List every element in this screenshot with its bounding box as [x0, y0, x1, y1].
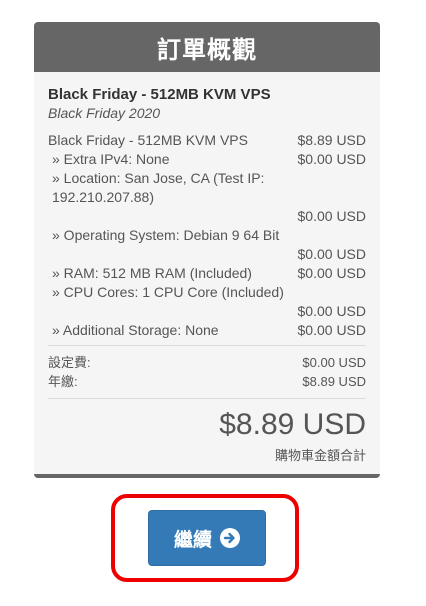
line-item: » Additional Storage: None $0.00 USD: [48, 321, 366, 340]
annual-row: 年繳: $8.89 USD: [48, 372, 366, 391]
line-item: » Location: San Jose, CA (Test IP: 192.2…: [48, 169, 366, 226]
annual-amount: $8.89 USD: [302, 374, 366, 389]
product-group: Black Friday 2020: [48, 105, 161, 121]
divider: [48, 345, 366, 346]
line-item-label: » RAM: 512 MB RAM (Included): [52, 265, 252, 281]
setup-fee-row: 設定費: $0.00 USD: [48, 353, 366, 372]
arrow-circle-right-icon: [220, 528, 240, 548]
line-item-amount: $8.89 USD: [297, 132, 366, 148]
line-item-label: » Extra IPv4: None: [52, 151, 170, 167]
line-item-amount: $0.00 USD: [297, 208, 366, 224]
line-item-amount: $0.00 USD: [297, 265, 366, 281]
annual-label: 年繳:: [48, 374, 78, 389]
setup-fee-label: 設定費:: [48, 355, 91, 370]
line-item-label: Black Friday - 512MB KVM VPS: [48, 132, 248, 148]
divider: [48, 398, 366, 399]
line-item: » CPU Cores: 1 CPU Core (Included) $0.00…: [48, 283, 366, 321]
total-label: 購物車金額合計: [274, 448, 366, 463]
line-item-label: » Additional Storage: None: [52, 322, 219, 338]
total-amount: $8.89 USD: [219, 408, 366, 441]
order-summary-body: Black Friday - 512MB KVM VPS Black Frida…: [36, 72, 378, 474]
line-item: » RAM: 512 MB RAM (Included) $0.00 USD: [48, 264, 366, 283]
line-item-label: » Operating System: Debian 9 64 Bit: [52, 227, 280, 243]
line-item-amount: $0.00 USD: [297, 303, 366, 319]
order-summary-card: 訂單概觀 Black Friday - 512MB KVM VPS Black …: [34, 22, 380, 478]
line-item-label: » Location: San Jose, CA (Test IP: 192.2…: [52, 170, 265, 205]
line-item: » Operating System: Debian 9 64 Bit $0.0…: [48, 226, 366, 264]
line-item: Black Friday - 512MB KVM VPS $8.89 USD: [48, 131, 366, 150]
product-name: Black Friday - 512MB KVM VPS: [48, 86, 271, 103]
continue-button[interactable]: 繼續: [148, 510, 266, 566]
order-summary-title: 訂單概觀: [34, 22, 380, 72]
line-item-amount: $0.00 USD: [297, 322, 366, 338]
setup-fee-amount: $0.00 USD: [302, 355, 366, 370]
line-item: » Extra IPv4: None $0.00 USD: [48, 150, 366, 169]
continue-button-label: 繼續: [173, 529, 212, 551]
line-item-label: » CPU Cores: 1 CPU Core (Included): [52, 284, 284, 300]
line-item-amount: $0.00 USD: [297, 246, 366, 262]
line-item-amount: $0.00 USD: [297, 151, 366, 167]
